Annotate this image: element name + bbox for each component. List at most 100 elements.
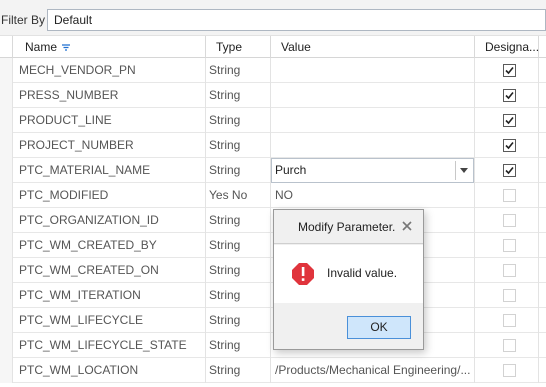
table-row[interactable]: PTC_MODIFIED Yes No NO [0,183,546,208]
extra-cell [539,83,546,108]
designate-checkbox [503,214,516,227]
column-header-type[interactable]: Type [206,36,271,58]
designate-checkbox [503,339,516,352]
row-gutter [0,183,12,208]
designate-cell [475,283,539,308]
designate-checkbox[interactable] [503,139,516,152]
parameter-value-cell[interactable]: /Products/Mechanical Engineering/... [271,358,475,383]
parameter-type: String [206,58,271,83]
designate-cell [475,83,539,108]
row-gutter [0,58,12,83]
parameter-name: PTC_WM_LIFECYCLE_STATE [12,333,206,358]
parameter-name: PROJECT_NUMBER [12,133,206,158]
designate-cell [475,108,539,133]
close-icon[interactable] [401,220,413,232]
extra-cell [539,133,546,158]
designate-cell [475,58,539,83]
modify-parameter-dialog: Modify Parameter. Invalid value. OK [273,209,424,350]
extra-cell [539,233,546,258]
ok-button[interactable]: OK [347,316,411,339]
value-combobox[interactable]: Purch [271,158,474,183]
parameter-value-cell[interactable] [271,108,475,133]
value-text: NO [275,188,293,202]
column-header-name-label: Name [25,40,58,54]
parameter-value-cell[interactable]: NO [271,183,475,208]
parameter-name: PTC_WM_CREATED_ON [12,258,206,283]
error-icon [291,262,315,289]
designate-checkbox[interactable] [503,89,516,102]
parameter-type: String [206,233,271,258]
row-gutter [0,233,12,258]
parameter-value-cell[interactable] [271,83,475,108]
row-gutter [0,258,12,283]
designate-cell [475,133,539,158]
dialog-title-bar: Modify Parameter. [274,210,423,244]
row-gutter [0,208,12,233]
row-gutter [0,108,12,133]
designate-checkbox [503,289,516,302]
designate-checkbox[interactable] [503,114,516,127]
parameter-type: Yes No [206,183,271,208]
designate-cell [475,358,539,383]
column-header-designate[interactable]: Designa... [475,36,539,58]
dialog-title: Modify Parameter. [298,220,396,234]
extra-cell [539,208,546,233]
extra-cell [539,108,546,133]
column-header-value[interactable]: Value [271,36,475,58]
row-gutter [0,283,12,308]
designate-cell [475,183,539,208]
designate-cell [475,258,539,283]
designate-checkbox [503,189,516,202]
designate-cell [475,308,539,333]
parameter-type: String [206,358,271,383]
designate-checkbox [503,264,516,277]
filter-by-select[interactable]: Default [47,9,546,31]
value-combobox-text: Purch [275,163,307,177]
parameter-name: MECH_VENDOR_PN [12,58,206,83]
dialog-body: Invalid value. [274,245,423,303]
parameter-value-cell[interactable] [271,133,475,158]
row-gutter [0,308,12,333]
table-row[interactable]: PTC_MATERIAL_NAME String Purch [0,158,546,183]
row-gutter [0,158,12,183]
filter-by-label: Filter By [1,13,46,27]
parameter-name: PRESS_NUMBER [12,83,206,108]
parameter-name: PRODUCT_LINE [12,108,206,133]
chevron-down-icon[interactable] [455,161,471,180]
dialog-message: Invalid value. [327,266,398,280]
extra-cell [539,258,546,283]
table-row[interactable]: PROJECT_NUMBER String [0,133,546,158]
column-header-name[interactable]: Name [12,36,206,58]
designate-cell [475,208,539,233]
row-gutter [0,358,12,383]
parameter-type: String [206,83,271,108]
parameter-type: String [206,208,271,233]
designate-checkbox[interactable] [503,64,516,77]
parameter-value-cell[interactable]: Purch [271,158,475,183]
extra-cell [539,158,546,183]
designate-cell [475,233,539,258]
parameter-name: PTC_MATERIAL_NAME [12,158,206,183]
extra-cell [539,333,546,358]
table-row[interactable]: PRESS_NUMBER String [0,83,546,108]
table-row[interactable]: MECH_VENDOR_PN String [0,58,546,83]
value-text: /Products/Mechanical Engineering/... [275,363,471,377]
parameter-name: PTC_ORGANIZATION_ID [12,208,206,233]
parameter-type: String [206,108,271,133]
row-gutter [0,333,12,358]
parameter-type: String [206,133,271,158]
designate-cell [475,158,539,183]
table-row[interactable]: PRODUCT_LINE String [0,108,546,133]
parameter-type: String [206,333,271,358]
designate-cell [475,333,539,358]
table-row[interactable]: PTC_WM_LOCATION String/Products/Mechanica… [0,358,546,383]
extra-cell [539,308,546,333]
extra-cell [539,58,546,83]
sort-filter-icon[interactable] [62,37,71,59]
designate-checkbox [503,239,516,252]
parameter-value-cell[interactable] [271,58,475,83]
parameter-name: PTC_WM_LOCATION [12,358,206,383]
parameter-table-header: Name Type Value Designa... [0,36,546,58]
designate-checkbox[interactable] [503,164,516,177]
parameter-name: PTC_WM_ITERATION [12,283,206,308]
